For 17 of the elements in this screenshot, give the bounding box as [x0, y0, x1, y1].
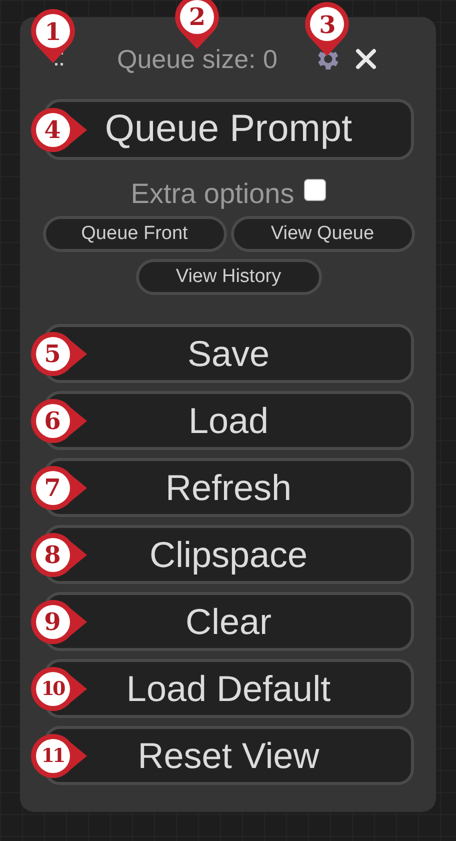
- number-marker: 1: [30, 8, 76, 64]
- number-marker: 4: [30, 106, 88, 152]
- number-marker: 9: [30, 598, 88, 644]
- number-marker: 8: [30, 532, 88, 578]
- extra-options-label: Extra options: [130, 178, 294, 210]
- queue-option-button[interactable]: Queue Front: [42, 216, 226, 252]
- number-marker: 2: [174, 0, 220, 50]
- number-marker: 7: [30, 464, 88, 510]
- close-icon[interactable]: [355, 48, 378, 70]
- number-marker: 11: [30, 732, 88, 778]
- number-marker: 10: [30, 666, 88, 712]
- queue-option-button[interactable]: View History: [136, 259, 322, 295]
- number-marker: 6: [30, 398, 88, 444]
- extra-options-checkbox[interactable]: [304, 179, 326, 201]
- number-marker: 5: [30, 330, 88, 376]
- number-marker: 3: [304, 1, 350, 57]
- queue-option-button[interactable]: View Queue: [230, 216, 414, 252]
